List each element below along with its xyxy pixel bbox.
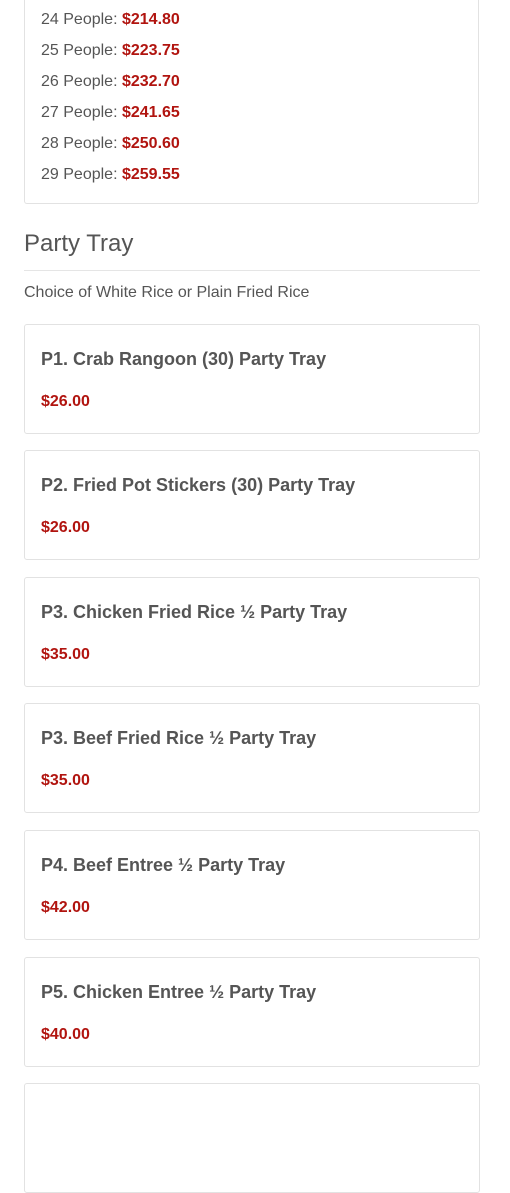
pricing-row: 25 People: $223.75 (41, 33, 180, 64)
pricing-row-label: 28 People: (41, 135, 118, 152)
people-pricing-card: 24 People: $214.80 25 People: $223.75 26… (24, 0, 479, 204)
menu-item-card[interactable]: P2. Fried Pot Stickers (30) Party Tray $… (24, 450, 480, 560)
pricing-row-amount: $241.65 (121, 104, 180, 121)
menu-item-name: P5. Chicken Entree ½ Party Tray (41, 982, 317, 1002)
section-divider (24, 270, 480, 271)
pricing-row-amount: $214.80 (121, 11, 180, 28)
pricing-row-amount: $232.70 (121, 73, 180, 90)
menu-item-price: $42.00 (41, 899, 90, 916)
pricing-row-label: 27 People: (41, 104, 118, 121)
pricing-row-amount: $250.60 (121, 135, 180, 152)
menu-item-name: P1. Crab Rangoon (30) Party Tray (41, 349, 327, 369)
menu-item-price: $26.00 (41, 519, 90, 536)
pricing-row-label: 24 People: (41, 11, 118, 28)
pricing-row: 29 People: $259.55 (41, 157, 180, 188)
menu-item-price: $35.00 (41, 646, 90, 663)
section-title: Party Tray (24, 230, 134, 257)
menu-item-card[interactable]: P5. Chicken Entree ½ Party Tray $40.00 (24, 957, 480, 1067)
menu-item-name: P3. Beef Fried Rice ½ Party Tray (41, 728, 317, 748)
menu-item-name: P3. Chicken Fried Rice ½ Party Tray (41, 602, 348, 622)
pricing-row: 24 People: $214.80 (41, 2, 180, 33)
menu-item-price: $40.00 (41, 1026, 90, 1043)
menu-item-card[interactable]: P4. Beef Entree ½ Party Tray $42.00 (24, 830, 480, 940)
menu-item-card[interactable]: P1. Crab Rangoon (30) Party Tray $26.00 (24, 324, 480, 434)
pricing-row: 27 People: $241.65 (41, 95, 180, 126)
menu-item-price: $35.00 (41, 772, 90, 789)
menu-item-card[interactable]: P3. Beef Fried Rice ½ Party Tray $35.00 (24, 703, 480, 813)
pricing-row-label: 26 People: (41, 73, 118, 90)
pricing-row: 26 People: $232.70 (41, 64, 180, 95)
menu-item-name: P4. Beef Entree ½ Party Tray (41, 855, 286, 875)
pricing-row-label: 25 People: (41, 42, 118, 59)
menu-item-name: P2. Fried Pot Stickers (30) Party Tray (41, 475, 356, 495)
section-description: Choice of White Rice or Plain Fried Rice (24, 284, 310, 301)
menu-item-price: $26.00 (41, 393, 90, 410)
pricing-row-label: 29 People: (41, 166, 118, 183)
pricing-row-amount: $259.55 (121, 166, 180, 183)
menu-item-card[interactable]: P3. Chicken Fried Rice ½ Party Tray $35.… (24, 577, 480, 687)
menu-item-card-partial[interactable] (24, 1083, 480, 1193)
pricing-row-amount: $223.75 (121, 42, 180, 59)
pricing-row: 28 People: $250.60 (41, 126, 180, 157)
people-pricing-list: 24 People: $214.80 25 People: $223.75 26… (41, 2, 180, 188)
